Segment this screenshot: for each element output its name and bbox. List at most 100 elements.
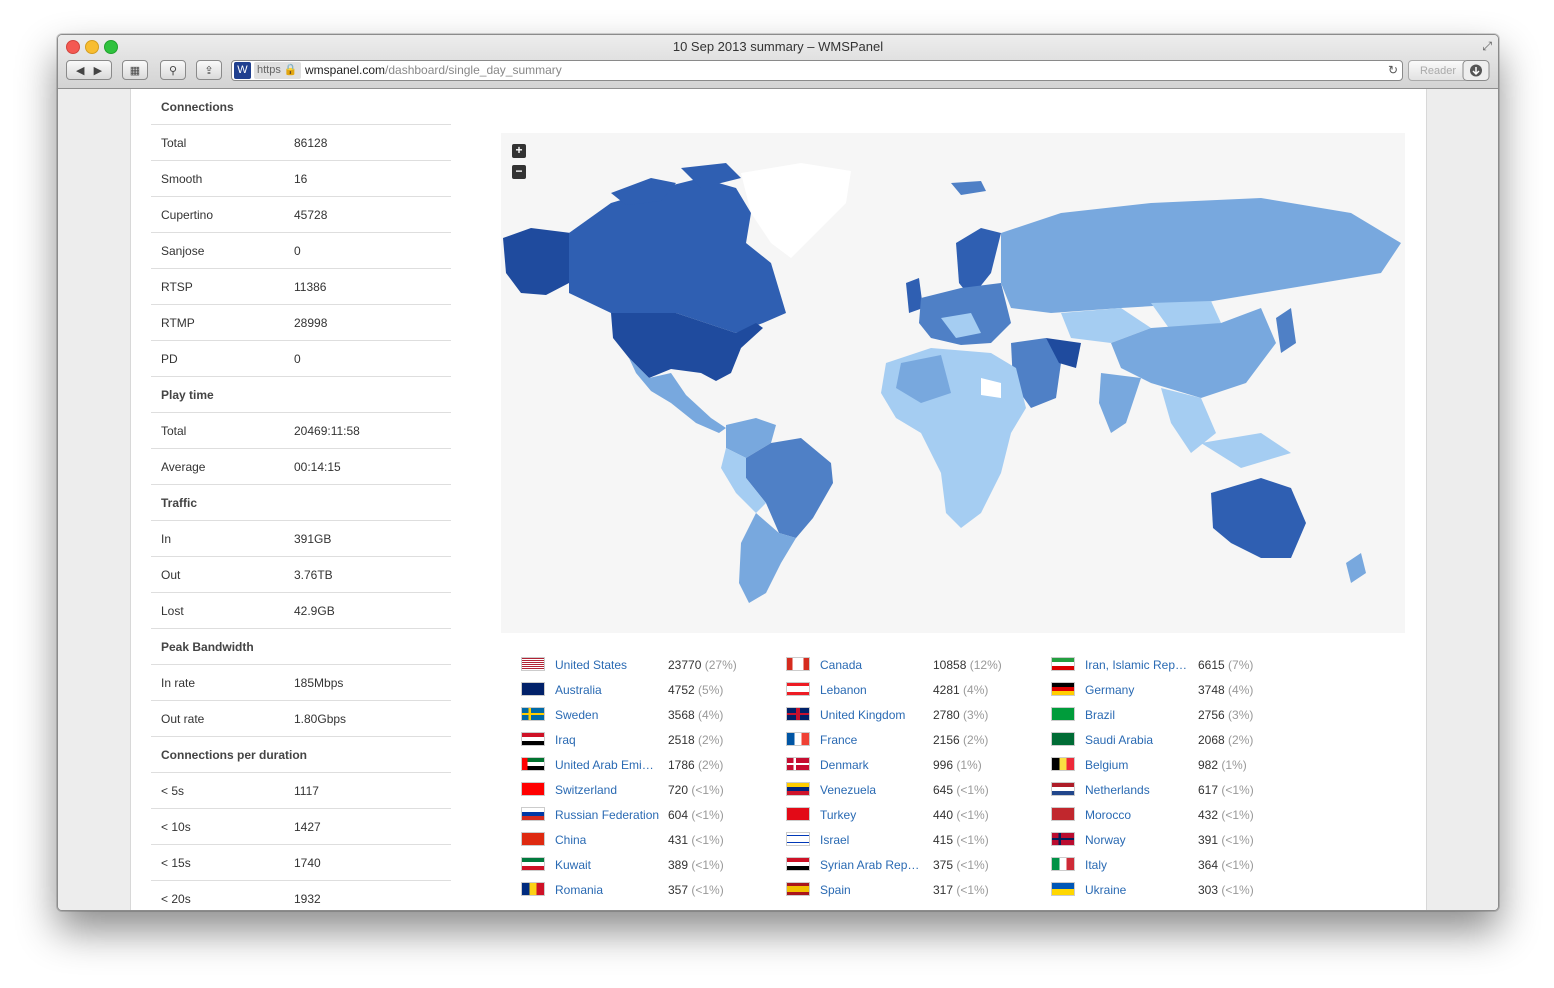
world-map[interactable]: + −	[501, 133, 1405, 633]
https-badge: https 🔒	[254, 62, 301, 79]
stats-value: 0	[294, 352, 301, 366]
country-link[interactable]: Turkey	[820, 808, 935, 822]
flag-no-icon	[1051, 832, 1075, 846]
downloads-button[interactable]	[1462, 60, 1490, 81]
country-percent: (1%)	[1221, 758, 1247, 772]
country-link[interactable]: Israel	[820, 833, 935, 847]
country-row: Venezuela 645 (<1%)	[776, 780, 1031, 800]
country-count: 415 (<1%)	[933, 833, 989, 847]
reader-button[interactable]: Reader	[1408, 60, 1468, 81]
country-link[interactable]: Kuwait	[555, 858, 670, 872]
country-link[interactable]: United Arab Emi…	[555, 758, 670, 772]
map-zoom-out-button[interactable]: −	[512, 165, 526, 179]
stats-row: Lost 42.9GB	[151, 593, 451, 629]
stats-label: Lost	[161, 604, 184, 618]
stats-label: < 5s	[161, 784, 185, 798]
country-link[interactable]: United Kingdom	[820, 708, 935, 722]
back-icon[interactable]: ◀	[76, 65, 84, 77]
country-link[interactable]: United States	[555, 658, 670, 672]
flag-sy-icon	[786, 857, 810, 871]
country-link[interactable]: Italy	[1085, 858, 1200, 872]
country-link[interactable]: Switzerland	[555, 783, 670, 797]
fullscreen-icon[interactable]: ⤢	[1482, 39, 1492, 54]
country-link[interactable]: Morocco	[1085, 808, 1200, 822]
country-link[interactable]: Belgium	[1085, 758, 1200, 772]
country-link[interactable]: Lebanon	[820, 683, 935, 697]
flag-fr-icon	[786, 732, 810, 746]
country-link[interactable]: Canada	[820, 658, 935, 672]
country-row: Italy 364 (<1%)	[1041, 855, 1296, 875]
stats-label: Smooth	[161, 172, 203, 186]
country-count-value: 996	[933, 758, 954, 772]
country-percent: (<1%)	[1221, 783, 1254, 797]
country-link[interactable]: Sweden	[555, 708, 670, 722]
flag-de-icon	[1051, 682, 1075, 696]
stats-row: In rate 185Mbps	[151, 665, 451, 701]
country-count-value: 391	[1198, 833, 1219, 847]
country-count: 2780 (3%)	[933, 708, 988, 722]
country-link[interactable]: Australia	[555, 683, 670, 697]
flag-ru-icon	[521, 807, 545, 821]
country-count-value: 4752	[668, 683, 695, 697]
stats-label: RTMP	[161, 316, 195, 330]
country-count-value: 645	[933, 783, 954, 797]
country-row: Norway 391 (<1%)	[1041, 830, 1296, 850]
country-link[interactable]: Ukraine	[1085, 883, 1200, 897]
address-bar[interactable]: W https 🔒 wmspanel.com/dashboard/single_…	[231, 60, 1403, 81]
show-all-tabs-button[interactable]: ▦	[122, 60, 148, 80]
country-count: 317 (<1%)	[933, 883, 989, 897]
tools-button[interactable]: ⚲	[160, 60, 186, 80]
page-viewport[interactable]: Connections Total 86128 Smooth 16 Cupertino 45…	[58, 89, 1498, 910]
country-link[interactable]: Brazil	[1085, 708, 1200, 722]
country-count: 375 (<1%)	[933, 858, 989, 872]
country-link[interactable]: Norway	[1085, 833, 1200, 847]
country-count: 364 (<1%)	[1198, 858, 1254, 872]
flag-it-icon	[1051, 857, 1075, 871]
stats-label: Out	[161, 568, 181, 582]
country-link[interactable]: France	[820, 733, 935, 747]
map-region-japan	[1276, 308, 1296, 353]
country-row: Belgium 982 (1%)	[1041, 755, 1296, 775]
country-count-value: 317	[933, 883, 954, 897]
country-row: Morocco 432 (<1%)	[1041, 805, 1296, 825]
country-link[interactable]: China	[555, 833, 670, 847]
country-link[interactable]: Saudi Arabia	[1085, 733, 1200, 747]
country-count-value: 604	[668, 808, 689, 822]
country-link[interactable]: Romania	[555, 883, 670, 897]
country-link[interactable]: Russian Federation	[555, 808, 670, 822]
reload-icon[interactable]: ↻	[1388, 61, 1398, 80]
back-forward-buttons[interactable]: ◀ ▶	[66, 60, 112, 80]
flag-lb-icon	[786, 682, 810, 696]
stats-row: Average 00:14:15	[151, 449, 451, 485]
share-button[interactable]: ⇪	[196, 60, 222, 80]
url-text[interactable]: wmspanel.com/dashboard/single_day_summar…	[305, 61, 562, 80]
country-row: Kuwait 389 (<1%)	[511, 855, 766, 875]
stats-label: In	[161, 532, 172, 546]
country-count-value: 720	[668, 783, 689, 797]
country-count-value: 375	[933, 858, 954, 872]
country-count-value: 617	[1198, 783, 1219, 797]
country-percent: (2%)	[698, 733, 724, 747]
country-row: Iran, Islamic Rep… 6615 (7%)	[1041, 655, 1296, 675]
map-region-alaska	[503, 228, 571, 295]
map-region-indonesia	[1201, 433, 1291, 468]
forward-icon[interactable]: ▶	[94, 65, 102, 77]
country-link[interactable]: Iraq	[555, 733, 670, 747]
map-region-iceland	[951, 181, 986, 195]
country-link[interactable]: Denmark	[820, 758, 935, 772]
country-row: Romania 357 (<1%)	[511, 880, 766, 900]
flag-ua-icon	[1051, 882, 1075, 896]
country-link[interactable]: Syrian Arab Rep…	[820, 858, 935, 872]
flag-br-icon	[1051, 707, 1075, 721]
country-row: Syrian Arab Rep… 375 (<1%)	[776, 855, 1031, 875]
stats-value: 1.80Gbps	[294, 712, 347, 726]
country-link[interactable]: Iran, Islamic Rep…	[1085, 658, 1200, 672]
country-link[interactable]: Germany	[1085, 683, 1200, 697]
country-percent: (5%)	[698, 683, 724, 697]
map-zoom-in-button[interactable]: +	[512, 144, 526, 158]
country-link[interactable]: Spain	[820, 883, 935, 897]
browser-window: 10 Sep 2013 summary – WMSPanel ⤢ ◀ ▶ ▦ ⚲…	[57, 34, 1499, 911]
stats-label: Out rate	[161, 712, 205, 726]
country-link[interactable]: Netherlands	[1085, 783, 1200, 797]
country-link[interactable]: Venezuela	[820, 783, 935, 797]
